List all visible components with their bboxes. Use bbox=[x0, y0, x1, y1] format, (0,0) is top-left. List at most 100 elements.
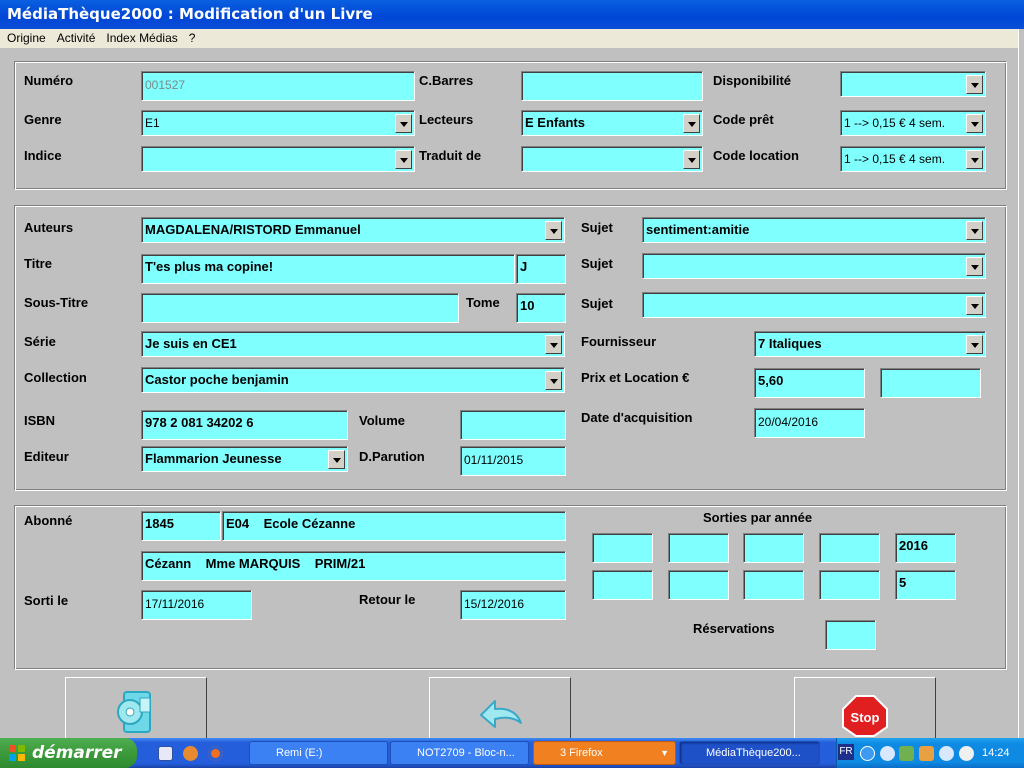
field-sorties-year-3[interactable] bbox=[743, 533, 804, 563]
field-location[interactable] bbox=[880, 368, 981, 398]
stop-sign-icon: Stop bbox=[842, 695, 888, 737]
field-abonne-detail[interactable]: Cézann Mme MARQUIS PRIM/21 bbox=[141, 551, 566, 581]
select-traduit-de[interactable] bbox=[521, 146, 703, 172]
stop-button[interactable]: Stop bbox=[794, 677, 936, 738]
chevron-down-icon[interactable] bbox=[966, 150, 983, 169]
save-button[interactable] bbox=[65, 677, 207, 738]
field-sorties-count-3[interactable] bbox=[743, 570, 804, 600]
save-disk-icon bbox=[117, 691, 151, 733]
tray-network-icon[interactable] bbox=[899, 746, 914, 761]
menu-index-medias[interactable]: Index Médias bbox=[102, 29, 181, 48]
field-retour-le[interactable]: 15/12/2016 bbox=[460, 590, 566, 620]
select-serie[interactable]: Je suis en CE1 bbox=[141, 331, 565, 357]
tray-back-icon[interactable] bbox=[860, 746, 875, 761]
label-numero: Numéro bbox=[24, 73, 74, 88]
task-firefox-group[interactable]: 3 Firefox ▼ bbox=[533, 741, 676, 765]
chevron-down-icon[interactable] bbox=[966, 114, 983, 133]
language-indicator[interactable]: FR bbox=[838, 744, 854, 760]
field-isbn[interactable]: 978 2 081 34202 6 bbox=[141, 410, 348, 440]
tray-globe2-icon[interactable] bbox=[939, 746, 954, 761]
select-indice[interactable] bbox=[141, 146, 415, 172]
select-editeur[interactable]: Flammarion Jeunesse bbox=[141, 446, 348, 472]
select-collection-value: Castor poche benjamin bbox=[145, 372, 289, 387]
tray-app-icon[interactable] bbox=[919, 746, 934, 761]
select-auteurs-value: MAGDALENA/RISTORD Emmanuel bbox=[145, 222, 361, 237]
select-serie-value: Je suis en CE1 bbox=[145, 336, 237, 351]
chevron-down-icon[interactable] bbox=[966, 257, 983, 276]
field-titre[interactable]: T'es plus ma copine! bbox=[141, 254, 515, 284]
quicklaunch-app-icon[interactable] bbox=[183, 746, 198, 761]
field-titre-suffix[interactable]: J bbox=[516, 254, 566, 284]
chevron-down-icon[interactable] bbox=[545, 335, 562, 354]
field-sorties-year-2[interactable] bbox=[668, 533, 729, 563]
label-retour-le: Retour le bbox=[359, 592, 416, 607]
tray-globe-icon[interactable] bbox=[880, 746, 895, 761]
field-date-acquisition[interactable]: 20/04/2016 bbox=[754, 408, 865, 438]
chevron-down-icon[interactable] bbox=[683, 114, 700, 133]
chevron-down-icon[interactable] bbox=[683, 150, 700, 169]
field-sorties-count-4[interactable] bbox=[819, 570, 880, 600]
field-sorties-count-2[interactable] bbox=[668, 570, 729, 600]
title-bar[interactable]: MédiaThèque2000 : Modification d'un Livr… bbox=[0, 0, 1024, 29]
quicklaunch-ie-icon[interactable] bbox=[158, 746, 173, 761]
select-code-location-value: 1 --> 0,15 € 4 sem. bbox=[844, 152, 946, 166]
field-sorti-le[interactable]: 17/11/2016 bbox=[141, 590, 252, 620]
select-sujet-3[interactable] bbox=[642, 292, 986, 318]
select-lecteurs-value: E Enfants bbox=[525, 115, 585, 130]
select-disponibilite[interactable] bbox=[840, 71, 986, 97]
window-edge bbox=[1018, 29, 1024, 738]
chevron-down-icon[interactable] bbox=[966, 221, 983, 240]
chevron-down-icon[interactable] bbox=[328, 450, 345, 469]
field-tome[interactable]: 10 bbox=[516, 293, 566, 323]
label-editeur: Editeur bbox=[24, 449, 69, 464]
select-sujet-2[interactable] bbox=[642, 253, 986, 279]
field-sorties-year-4[interactable] bbox=[819, 533, 880, 563]
undo-arrow-icon bbox=[480, 700, 522, 728]
chevron-down-icon[interactable] bbox=[395, 114, 412, 133]
field-abonne-classe[interactable]: E04 Ecole Cézanne bbox=[222, 511, 566, 541]
field-sorties-year-5[interactable]: 2016 bbox=[895, 533, 956, 563]
windows-logo-icon bbox=[9, 745, 25, 761]
tray-speaker-icon[interactable] bbox=[959, 746, 974, 761]
field-sous-titre[interactable] bbox=[141, 293, 459, 323]
chevron-down-icon[interactable] bbox=[966, 335, 983, 354]
select-genre[interactable]: E1 bbox=[141, 110, 415, 136]
select-collection[interactable]: Castor poche benjamin bbox=[141, 367, 565, 393]
start-button[interactable]: démarrer bbox=[0, 738, 137, 768]
select-sujet-1[interactable]: sentiment:amitie bbox=[642, 217, 986, 243]
field-sorties-count-5[interactable]: 5 bbox=[895, 570, 956, 600]
select-auteurs[interactable]: MAGDALENA/RISTORD Emmanuel bbox=[141, 217, 565, 243]
label-traduit-de: Traduit de bbox=[419, 148, 482, 163]
field-d-parution[interactable]: 01/11/2015 bbox=[460, 446, 566, 476]
task-notepad[interactable]: NOT2709 - Bloc-n... bbox=[390, 741, 529, 765]
task-remi-drive[interactable]: Remi (E:) bbox=[249, 741, 388, 765]
field-sorties-year-1[interactable] bbox=[592, 533, 653, 563]
field-reservations[interactable] bbox=[825, 620, 876, 650]
field-sorties-count-1[interactable] bbox=[592, 570, 653, 600]
select-code-pret[interactable]: 1 --> 0,15 € 4 sem. bbox=[840, 110, 986, 136]
menu-help[interactable]: ? bbox=[185, 29, 200, 48]
menu-activite[interactable]: Activité bbox=[53, 29, 100, 48]
field-volume[interactable] bbox=[460, 410, 566, 440]
app-window: MédiaThèque2000 : Modification d'un Livr… bbox=[0, 0, 1024, 768]
quicklaunch-firefox-icon[interactable] bbox=[208, 746, 223, 761]
chevron-down-icon[interactable] bbox=[395, 150, 412, 169]
label-disponibilite: Disponibilité bbox=[713, 73, 791, 88]
chevron-down-icon[interactable] bbox=[545, 371, 562, 390]
label-sous-titre: Sous-Titre bbox=[24, 295, 89, 310]
select-code-location[interactable]: 1 --> 0,15 € 4 sem. bbox=[840, 146, 986, 172]
menu-origine[interactable]: Origine bbox=[3, 29, 50, 48]
task-mediatheque[interactable]: MédiaThèque200... bbox=[679, 741, 820, 765]
chevron-down-icon[interactable] bbox=[966, 75, 983, 94]
select-genre-value: E1 bbox=[145, 116, 160, 130]
select-lecteurs[interactable]: E Enfants bbox=[521, 110, 703, 136]
field-cbarres[interactable] bbox=[521, 71, 703, 101]
undo-button[interactable] bbox=[429, 677, 571, 738]
chevron-down-icon[interactable] bbox=[545, 221, 562, 240]
chevron-down-icon[interactable] bbox=[966, 296, 983, 315]
field-abonne-numero[interactable]: 1845 bbox=[141, 511, 221, 541]
field-prix[interactable]: 5,60 bbox=[754, 368, 865, 398]
select-fournisseur[interactable]: 7 Italiques bbox=[754, 331, 986, 357]
select-fournisseur-value: 7 Italiques bbox=[758, 336, 822, 351]
field-numero[interactable]: 001527 bbox=[141, 71, 415, 101]
